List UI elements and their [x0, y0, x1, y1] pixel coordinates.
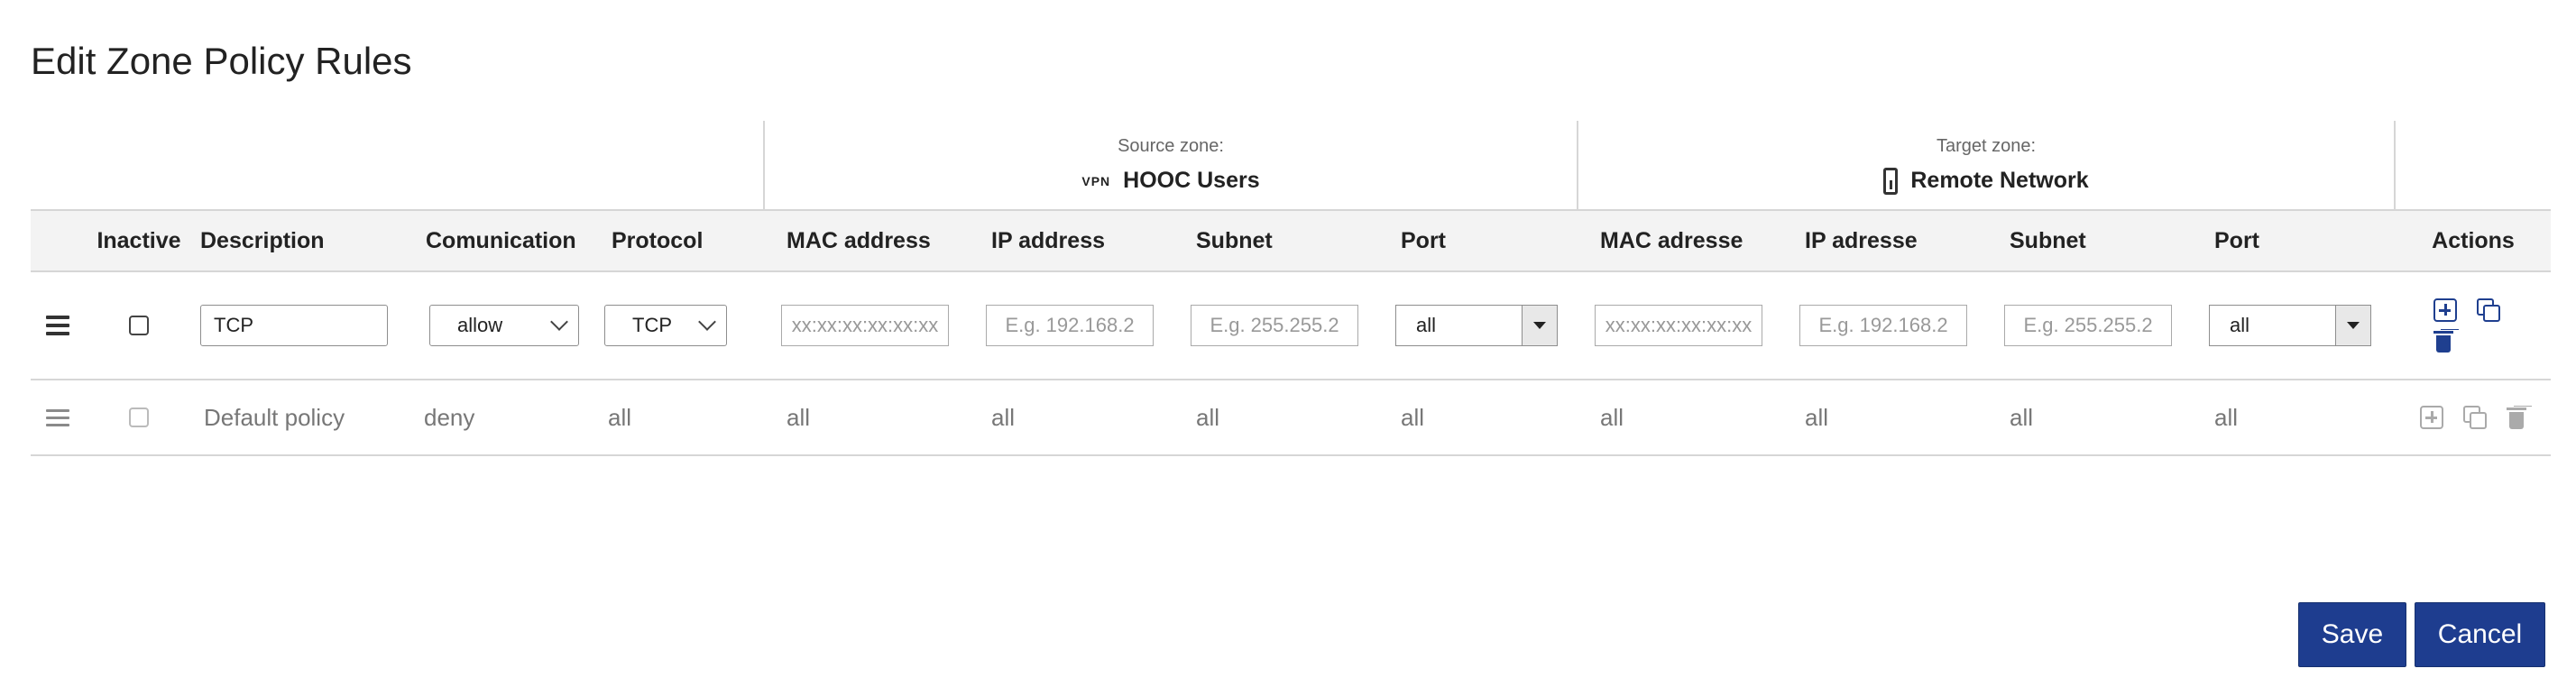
- policy-table: Source zone: VPN HOOC Users Target zone:…: [31, 121, 2551, 456]
- drag-handle[interactable]: [31, 272, 85, 380]
- default-tgt-ip: all: [1781, 380, 1986, 456]
- description-input[interactable]: TCP: [200, 305, 388, 346]
- src-port-value[interactable]: all: [1395, 305, 1522, 346]
- device-icon: [1883, 167, 1899, 195]
- col-header-drag: [31, 209, 85, 272]
- tgt-subnet-cell: E.g. 255.255.2: [1986, 272, 2191, 380]
- col-header-tgt-port: Port: [2191, 209, 2396, 272]
- add-rule-icon: [2420, 406, 2443, 429]
- save-button[interactable]: Save: [2298, 602, 2406, 667]
- src-subnet-input[interactable]: E.g. 255.255.2: [1191, 305, 1358, 346]
- col-header-tgt-ip: IP adresse: [1781, 209, 1986, 272]
- chevron-down-icon: [698, 313, 716, 331]
- col-header-src-mac: MAC address: [763, 209, 968, 272]
- inactive-checkbox[interactable]: [129, 316, 149, 335]
- src-ip-input[interactable]: E.g. 192.168.2: [986, 305, 1154, 346]
- default-tgt-port: all: [2191, 380, 2396, 456]
- comunication-select[interactable]: allow: [429, 305, 579, 346]
- tgt-port-value[interactable]: all: [2209, 305, 2335, 346]
- source-zone-name: HOOC Users: [1123, 168, 1260, 193]
- duplicate-rule-icon: [2463, 406, 2487, 429]
- col-header-tgt-mac: MAC adresse: [1577, 209, 1781, 272]
- src-port-cell: all: [1377, 272, 1577, 380]
- source-zone-label: Source zone:: [1118, 136, 1224, 156]
- src-port-dropdown-button[interactable]: [1522, 305, 1558, 346]
- col-header-comunication: Comunication: [419, 209, 604, 272]
- tgt-mac-input[interactable]: xx:xx:xx:xx:xx:xx: [1595, 305, 1762, 346]
- comunication-cell: allow: [419, 272, 604, 380]
- protocol-cell: TCP: [604, 272, 763, 380]
- default-description: Default policy: [193, 380, 419, 456]
- tgt-port-dropdown-button[interactable]: [2335, 305, 2371, 346]
- source-zone-title: VPN HOOC Users: [1081, 168, 1259, 194]
- description-cell: TCP: [193, 272, 419, 380]
- comunication-value: allow: [457, 314, 503, 336]
- chevron-down-icon: [550, 313, 568, 331]
- default-actions-group: [2420, 406, 2526, 429]
- col-header-src-subnet: Subnet: [1173, 209, 1377, 272]
- src-port-combobox[interactable]: all: [1395, 305, 1558, 346]
- default-tgt-mac: all: [1577, 380, 1781, 456]
- tgt-port-combobox[interactable]: all: [2209, 305, 2371, 346]
- target-zone-name: Remote Network: [1910, 168, 2089, 193]
- edit-row-actions: [2396, 272, 2551, 380]
- col-header-inactive: Inactive: [85, 209, 193, 272]
- zone-header-spacer-end: [2396, 121, 2551, 209]
- default-drag-handle: [31, 380, 85, 456]
- page-title: Edit Zone Policy Rules: [31, 40, 412, 82]
- col-header-description: Description: [193, 209, 419, 272]
- delete-rule-icon[interactable]: [2433, 329, 2453, 353]
- target-zone-header: Target zone: Remote Network: [1577, 121, 2396, 209]
- default-src-mac: all: [763, 380, 968, 456]
- default-tgt-subnet: all: [1986, 380, 2191, 456]
- target-zone-title: Remote Network: [1883, 167, 2089, 195]
- src-ip-cell: E.g. 192.168.2: [968, 272, 1173, 380]
- col-header-src-port: Port: [1377, 209, 1577, 272]
- src-mac-input[interactable]: xx:xx:xx:xx:xx:xx: [781, 305, 949, 346]
- actions-group: [2433, 298, 2513, 353]
- default-comunication: deny: [419, 380, 604, 456]
- drag-handle-icon: [46, 316, 69, 335]
- drag-handle-icon: [46, 408, 69, 426]
- inactive-cell: [85, 272, 193, 380]
- tgt-mac-cell: xx:xx:xx:xx:xx:xx: [1577, 272, 1781, 380]
- caret-down-icon: [1533, 322, 1546, 329]
- source-zone-header: Source zone: VPN HOOC Users: [763, 121, 1577, 209]
- add-rule-icon[interactable]: [2433, 298, 2457, 322]
- default-src-ip: all: [968, 380, 1173, 456]
- target-zone-label: Target zone:: [1936, 135, 2037, 156]
- tgt-ip-input[interactable]: E.g. 192.168.2: [1799, 305, 1967, 346]
- default-inactive-checkbox: [129, 408, 149, 427]
- col-header-actions: Actions: [2396, 209, 2551, 272]
- vpn-icon: VPN: [1081, 173, 1111, 188]
- default-protocol: all: [604, 380, 763, 456]
- default-row-actions: [2396, 380, 2551, 456]
- tgt-subnet-input[interactable]: E.g. 255.255.2: [2004, 305, 2172, 346]
- zone-header-spacer: [31, 121, 763, 209]
- src-mac-cell: xx:xx:xx:xx:xx:xx: [763, 272, 968, 380]
- col-header-tgt-subnet: Subnet: [1986, 209, 2191, 272]
- default-src-subnet: all: [1173, 380, 1377, 456]
- protocol-value: TCP: [632, 314, 672, 336]
- src-subnet-cell: E.g. 255.255.2: [1173, 272, 1377, 380]
- duplicate-rule-icon[interactable]: [2477, 298, 2500, 322]
- protocol-select[interactable]: TCP: [604, 305, 727, 346]
- tgt-ip-cell: E.g. 192.168.2: [1781, 272, 1986, 380]
- col-header-src-ip: IP address: [968, 209, 1173, 272]
- tgt-port-cell: all: [2191, 272, 2396, 380]
- caret-down-icon: [2347, 322, 2360, 329]
- col-header-protocol: Protocol: [604, 209, 763, 272]
- default-src-port: all: [1377, 380, 1577, 456]
- cancel-button[interactable]: Cancel: [2415, 602, 2545, 667]
- default-inactive-cell: [85, 380, 193, 456]
- delete-rule-icon: [2507, 406, 2526, 429]
